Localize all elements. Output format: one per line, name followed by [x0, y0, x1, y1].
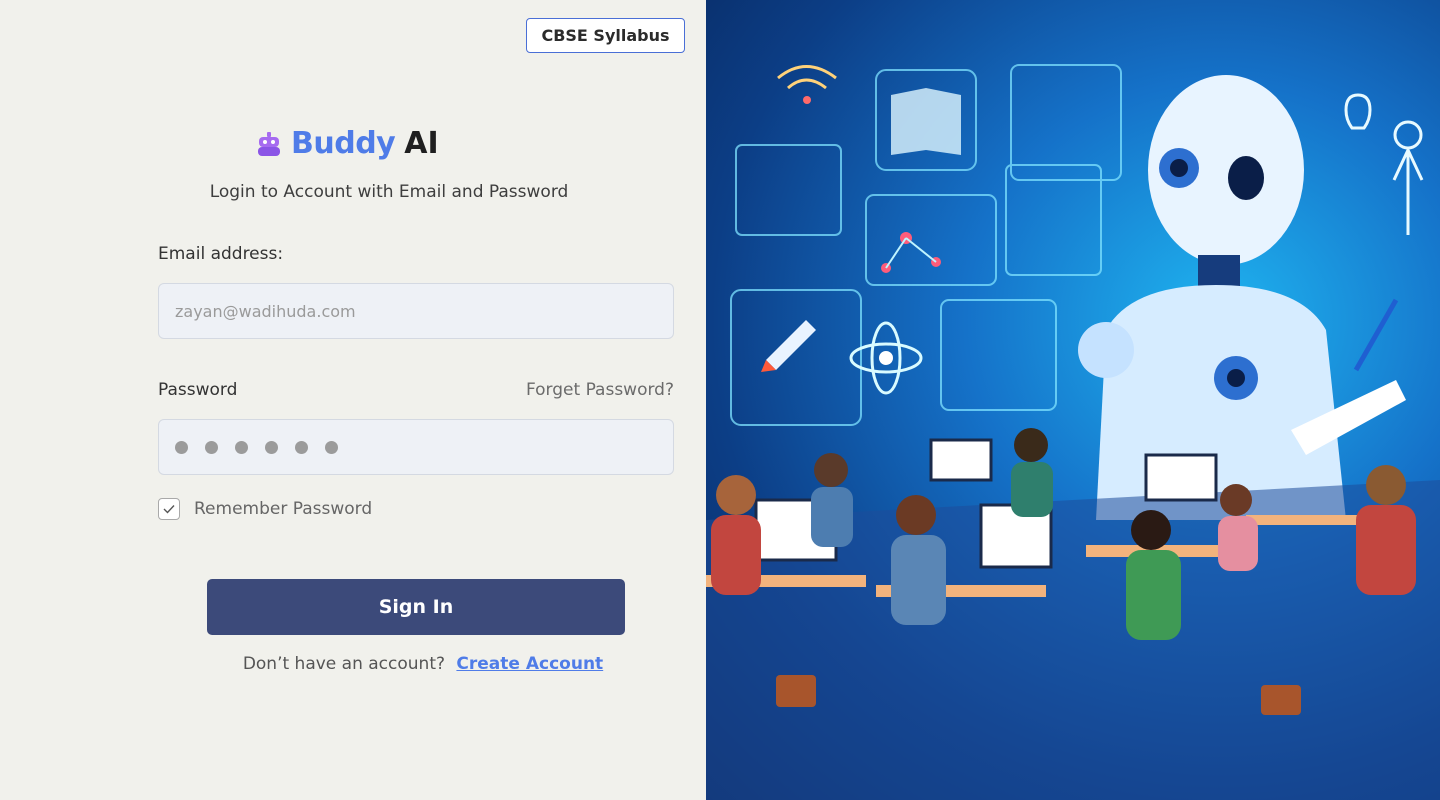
- email-field-wrapper: [158, 283, 674, 339]
- password-mask-dot: [295, 440, 308, 454]
- login-subtitle: Login to Account with Email and Password: [209, 182, 569, 202]
- brand-name-secondary: AI: [404, 126, 439, 161]
- password-mask-dot: [265, 440, 278, 454]
- check-icon: [163, 505, 175, 514]
- forgot-password-link[interactable]: Forget Password?: [526, 380, 674, 400]
- robot-classroom-illustration: [706, 64, 1440, 800]
- brand-name-primary: Buddy: [291, 126, 396, 161]
- email-label: Email address:: [158, 244, 284, 264]
- password-label: Password: [158, 380, 238, 400]
- remember-password-label: Remember Password: [194, 499, 373, 519]
- brand-logo: Buddy AI: [258, 126, 439, 161]
- login-panel: CBSE Syllabus Buddy AI Login to Account …: [0, 0, 706, 800]
- password-mask-dot: [205, 440, 218, 454]
- signup-prompt-text: Don’t have an account?: [242, 654, 446, 674]
- email-field[interactable]: [159, 284, 673, 338]
- login-page: CBSE Syllabus Buddy AI Login to Account …: [0, 0, 1440, 800]
- password-mask-dot: [325, 440, 338, 454]
- sign-in-button[interactable]: Sign In: [207, 579, 625, 635]
- password-mask-dot: [235, 440, 248, 454]
- syllabus-button[interactable]: CBSE Syllabus: [526, 18, 685, 53]
- password-mask-dot: [175, 440, 188, 454]
- hero-illustration: [706, 0, 1440, 800]
- password-field[interactable]: [158, 419, 674, 475]
- robot-icon: [258, 131, 280, 156]
- remember-password-row: Remember Password: [158, 498, 372, 520]
- remember-password-checkbox[interactable]: [158, 498, 180, 520]
- create-account-link[interactable]: Create Account: [456, 654, 603, 674]
